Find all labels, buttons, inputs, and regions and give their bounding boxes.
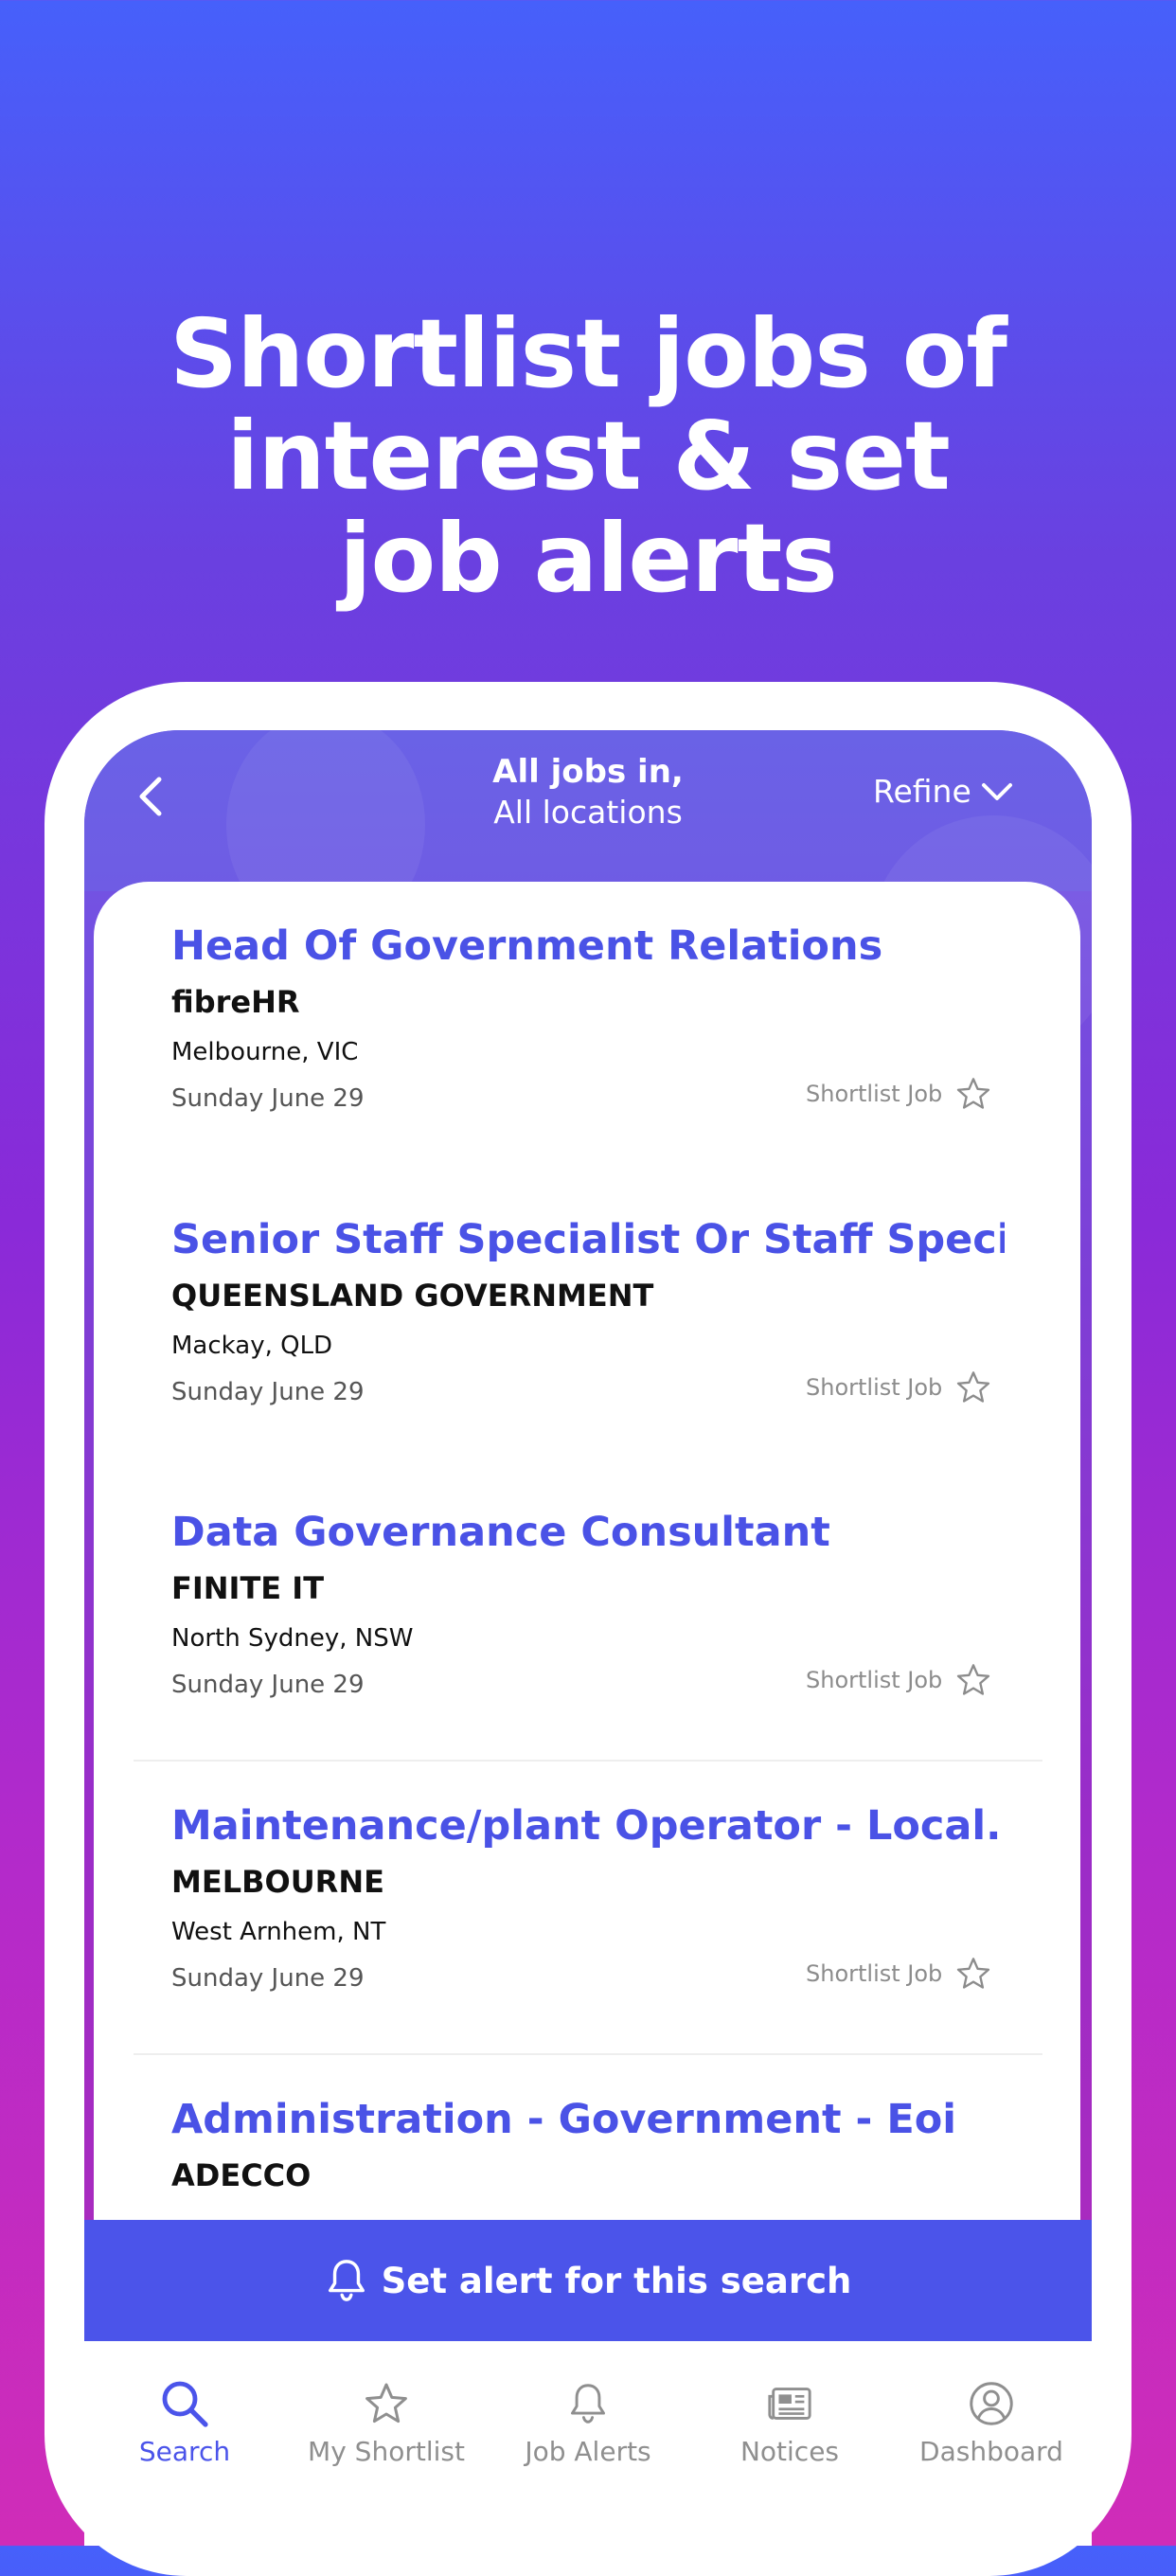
shortlist-label: Shortlist Job xyxy=(806,1960,943,1987)
screen-header: All jobs in, All locations Refine xyxy=(84,730,1092,1062)
refine-label: Refine xyxy=(873,773,971,810)
star-icon xyxy=(365,2383,407,2424)
refine-button[interactable]: Refine xyxy=(873,773,1013,810)
job-company: fibreHR xyxy=(171,984,300,1020)
job-location: Melbourne, VIC xyxy=(171,1038,359,1066)
search-icon xyxy=(162,2381,208,2427)
set-alert-label: Set alert for this search xyxy=(381,2260,852,2301)
job-company: MELBOURNE xyxy=(171,1864,384,1900)
job-date: Sunday June 29 xyxy=(171,1964,365,1993)
job-title[interactable]: Administration - Government - Eoi xyxy=(171,2093,1005,2146)
user-circle-icon xyxy=(970,2382,1013,2425)
headline: Shortlist jobs of interest & set job ale… xyxy=(0,303,1176,610)
tab-job-alerts[interactable]: Job Alerts xyxy=(488,2375,688,2467)
set-alert-button[interactable]: Set alert for this search xyxy=(84,2220,1092,2341)
job-date: Sunday June 29 xyxy=(171,1084,365,1113)
tab-label: Dashboard xyxy=(919,2436,1063,2467)
star-icon xyxy=(957,1958,990,1989)
shortlist-label: Shortlist Job xyxy=(806,1081,943,1107)
tab-label: Job Alerts xyxy=(525,2436,651,2467)
shortlist-job-button[interactable]: Shortlist Job xyxy=(806,1077,991,1111)
headline-line-1: Shortlist jobs of xyxy=(169,298,1007,409)
job-company: FINITE IT xyxy=(171,1570,325,1606)
chevron-left-icon xyxy=(139,777,162,816)
job-location: West Arnhem, NT xyxy=(171,1918,386,1946)
header-subtitle: All locations xyxy=(493,794,683,831)
tab-dashboard[interactable]: Dashboard xyxy=(891,2375,1092,2467)
shortlist-job-button[interactable]: Shortlist Job xyxy=(806,1957,991,1991)
shortlist-label: Shortlist Job xyxy=(806,1667,943,1693)
star-icon xyxy=(957,1664,990,1695)
tab-label: Search xyxy=(138,2436,231,2467)
job-title[interactable]: Senior Staff Specialist Or Staff Speci..… xyxy=(171,1213,1005,1266)
job-location: North Sydney, NSW xyxy=(171,1624,414,1653)
job-title[interactable]: Head Of Government Relations xyxy=(171,920,1005,973)
headline-line-3: job alerts xyxy=(339,503,838,614)
header-title: All jobs in, xyxy=(492,753,684,791)
tab-bar: Search My Shortlist Job Alerts Notices D… xyxy=(84,2341,1092,2546)
tab-search[interactable]: Search xyxy=(84,2375,285,2467)
bell-icon xyxy=(328,2260,365,2301)
chevron-down-icon xyxy=(981,782,1012,800)
shortlist-job-button[interactable]: Shortlist Job xyxy=(806,1370,991,1404)
shortlist-job-button[interactable]: Shortlist Job xyxy=(806,1663,991,1697)
back-button[interactable] xyxy=(122,768,179,825)
job-title[interactable]: Data Governance Consultant xyxy=(171,1506,1005,1559)
tab-notices[interactable]: Notices xyxy=(689,2375,890,2467)
job-company: QUEENSLAND GOVERNMENT xyxy=(171,1278,654,1314)
job-list-item[interactable]: Maintenance/plant Operator - Local... ME… xyxy=(94,1762,1080,2055)
tab-label: My Shortlist xyxy=(308,2436,465,2467)
newspaper-icon xyxy=(768,2388,811,2420)
tab-my-shortlist[interactable]: My Shortlist xyxy=(286,2375,487,2467)
job-company: ADECCO xyxy=(171,2157,312,2193)
bell-icon xyxy=(571,2384,605,2424)
app-screen: All jobs in, All locations Refine Head O… xyxy=(84,730,1092,2546)
job-title[interactable]: Maintenance/plant Operator - Local... xyxy=(171,1799,1005,1852)
job-date: Sunday June 29 xyxy=(171,1378,365,1406)
star-icon xyxy=(957,1371,990,1403)
job-list-item[interactable]: Data Governance Consultant FINITE IT Nor… xyxy=(94,1468,1080,1762)
job-date: Sunday June 29 xyxy=(171,1671,365,1699)
job-list-item[interactable]: Head Of Government Relations fibreHR Mel… xyxy=(94,882,1080,1175)
headline-line-2: interest & set xyxy=(226,401,951,511)
shortlist-label: Shortlist Job xyxy=(806,1374,943,1401)
job-location: Mackay, QLD xyxy=(171,1332,333,1360)
star-icon xyxy=(957,1078,990,1109)
job-list-item[interactable]: Senior Staff Specialist Or Staff Speci..… xyxy=(94,1175,1080,1469)
search-context: All jobs in, All locations xyxy=(368,751,808,832)
tab-label: Notices xyxy=(739,2436,840,2467)
